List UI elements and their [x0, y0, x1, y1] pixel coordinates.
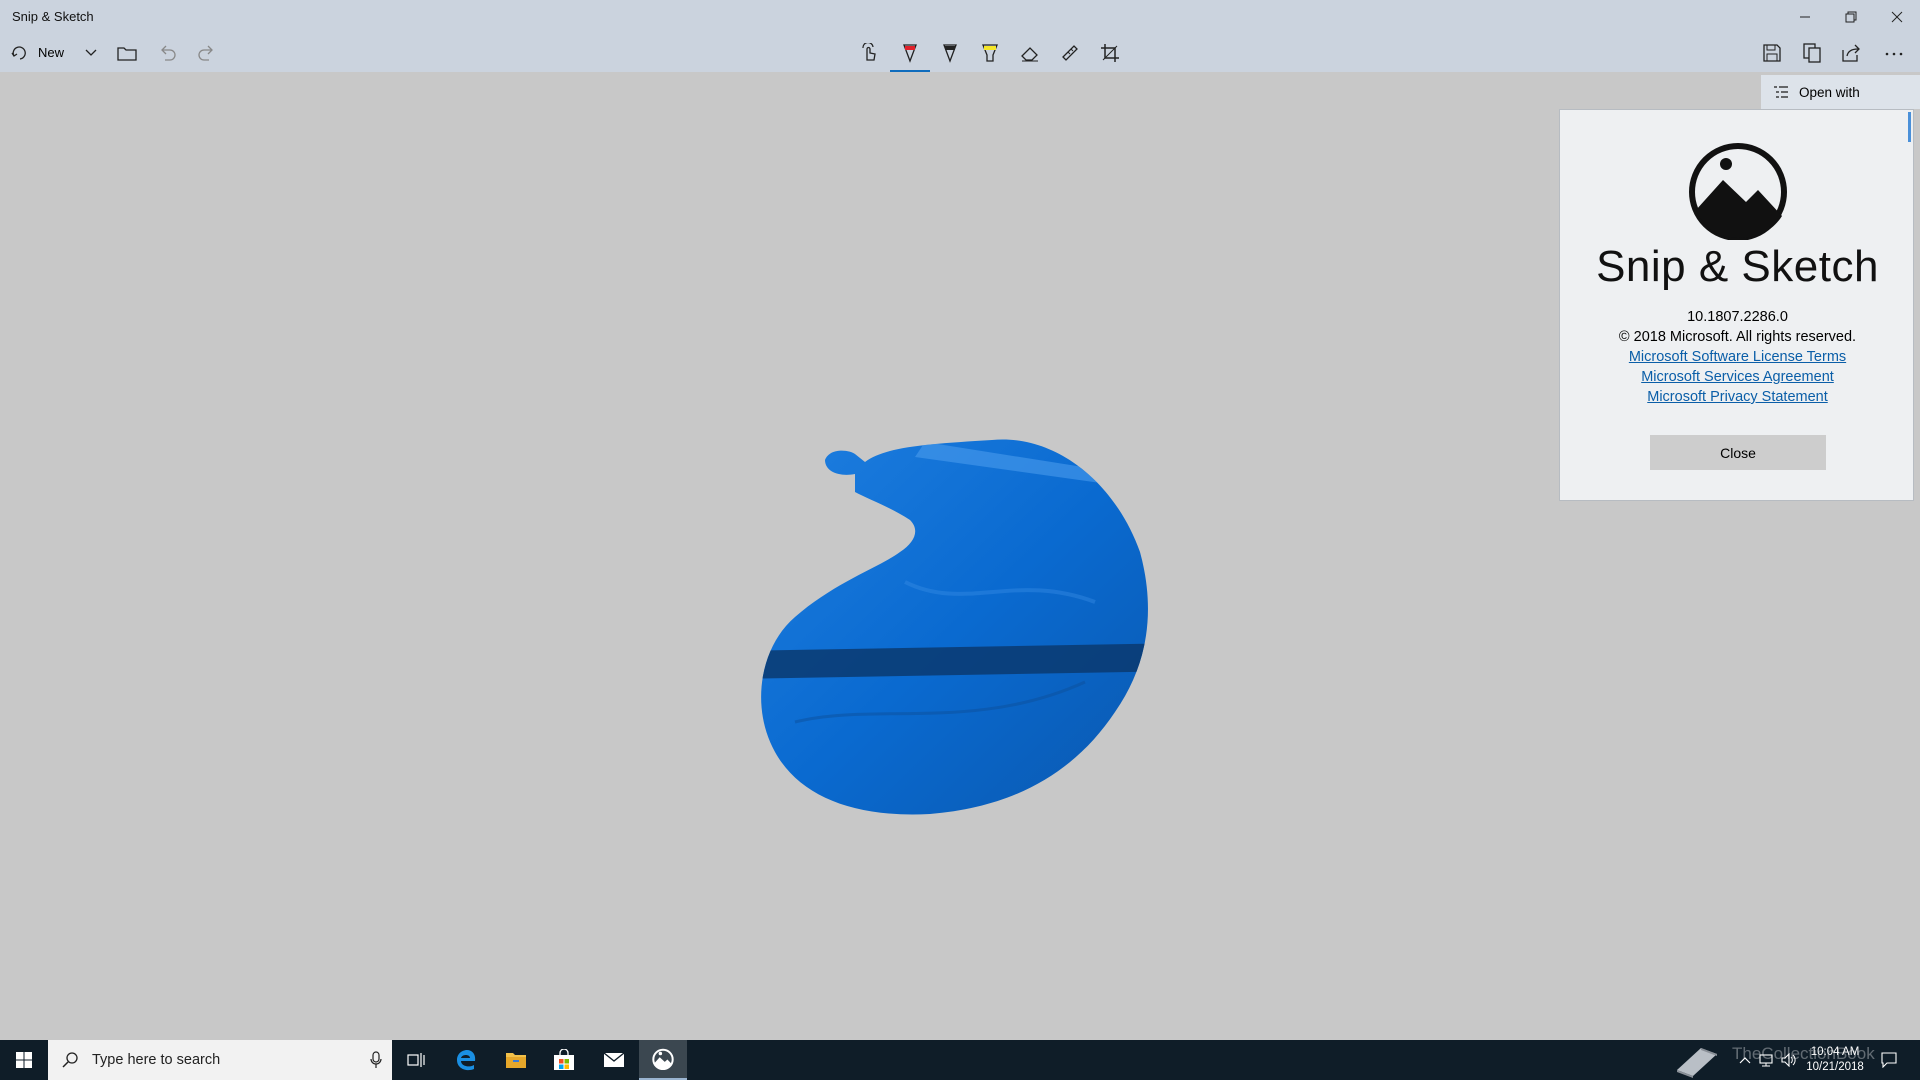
edge-icon	[457, 1050, 476, 1071]
title-bar: Snip & Sketch	[0, 0, 1920, 33]
new-label: New	[38, 45, 65, 60]
crop-icon	[1101, 43, 1119, 62]
undo-button[interactable]	[152, 33, 182, 72]
more-options-button[interactable]	[1878, 33, 1910, 72]
snip-sketch-icon	[652, 1048, 674, 1070]
close-window-button[interactable]	[1874, 0, 1920, 33]
copyright-text: © 2018 Microsoft. All rights reserved.	[1618, 329, 1857, 345]
chevron-down-icon	[85, 49, 97, 56]
store-icon	[554, 1049, 574, 1070]
redo-button[interactable]	[192, 33, 222, 72]
book-tray-icon-button[interactable]	[1668, 1040, 1724, 1080]
window-title: Snip & Sketch	[12, 9, 94, 24]
more-icon	[1885, 52, 1903, 55]
windows-logo-icon	[16, 1052, 32, 1068]
folder-icon	[117, 46, 137, 61]
ruler-icon	[1062, 44, 1078, 61]
restore-icon	[1845, 11, 1857, 22]
eraser-icon	[1021, 46, 1038, 61]
share-button[interactable]	[1838, 33, 1866, 72]
start-button[interactable]	[0, 1040, 48, 1080]
chevron-up-icon	[1739, 1057, 1751, 1064]
minimize-icon	[1800, 16, 1810, 17]
open-with-menu-item[interactable]: Open with	[1761, 75, 1920, 109]
taskbar-file-explorer-button[interactable]	[492, 1040, 540, 1080]
about-close-button[interactable]: Close	[1650, 435, 1826, 470]
undo-icon	[161, 45, 176, 61]
volume-button[interactable]	[1778, 1040, 1800, 1080]
copy-icon	[1803, 42, 1821, 63]
taskbar: TheCollectionBook 10:04 AM 10/21/2018	[0, 1040, 1920, 1080]
taskbar-snip-sketch-button[interactable]	[639, 1040, 687, 1080]
scroll-indicator	[1908, 112, 1911, 142]
redo-icon	[198, 45, 213, 61]
notification-icon	[1881, 1052, 1897, 1068]
about-app-name: Snip & Sketch	[1596, 242, 1879, 291]
network-icon	[1759, 1054, 1773, 1067]
eraser-button[interactable]	[1016, 33, 1044, 72]
show-hidden-icons-button[interactable]	[1734, 1040, 1756, 1080]
pencil-icon	[943, 43, 957, 63]
network-button[interactable]	[1756, 1040, 1778, 1080]
volume-icon	[1781, 1053, 1796, 1067]
about-dialog: Snip & Sketch 10.1807.2286.0 © 2018 Micr…	[1559, 109, 1914, 501]
open-with-icon	[1774, 86, 1788, 98]
clock-time: 10:04 AM	[1810, 1046, 1860, 1058]
taskbar-edge-button[interactable]	[442, 1040, 490, 1080]
version-text: 10.1807.2286.0	[1687, 309, 1788, 325]
toolbar: New	[0, 33, 1920, 72]
open-with-label: Open with	[1799, 84, 1860, 100]
microphone-icon[interactable]	[370, 1051, 382, 1069]
taskbar-store-button[interactable]	[540, 1040, 588, 1080]
open-file-button[interactable]	[112, 33, 142, 72]
pencil-button[interactable]	[936, 33, 964, 72]
crop-button[interactable]	[1096, 33, 1124, 72]
mail-icon	[603, 1052, 625, 1067]
highlighter-button[interactable]	[976, 33, 1004, 72]
taskbar-search-box[interactable]	[48, 1040, 392, 1080]
copy-button[interactable]	[1798, 33, 1826, 72]
minimize-button[interactable]	[1782, 0, 1828, 33]
taskbar-mail-button[interactable]	[590, 1040, 638, 1080]
ballpoint-pen-icon	[903, 43, 917, 63]
share-icon	[1842, 44, 1860, 62]
touch-writing-button[interactable]	[856, 33, 884, 72]
touch-writing-icon	[862, 42, 876, 61]
new-dropdown-button[interactable]	[78, 33, 104, 72]
new-snip-icon	[11, 45, 26, 60]
highlighter-icon	[982, 43, 998, 62]
restore-button[interactable]	[1828, 0, 1874, 33]
book-icon	[1677, 1048, 1717, 1078]
save-button[interactable]	[1758, 33, 1786, 72]
close-icon	[1891, 11, 1903, 22]
snip-sketch-logo-icon	[1689, 143, 1787, 240]
search-icon	[62, 1052, 78, 1068]
search-input[interactable]	[90, 1051, 344, 1069]
privacy-statement-link[interactable]: Microsoft Privacy Statement	[1560, 387, 1915, 407]
services-agreement-link[interactable]: Microsoft Services Agreement	[1560, 367, 1915, 387]
license-terms-link[interactable]: Microsoft Software License Terms	[1560, 347, 1915, 367]
clock-date: 10/21/2018	[1806, 1061, 1864, 1073]
ruler-button[interactable]	[1056, 33, 1084, 72]
taskbar-clock[interactable]: 10:04 AM 10/21/2018	[1800, 1045, 1870, 1075]
new-snip-button[interactable]: New	[10, 33, 72, 72]
task-view-icon	[407, 1053, 425, 1067]
action-center-button[interactable]	[1874, 1040, 1904, 1080]
freeform-snip-image	[761, 439, 1148, 815]
about-info: 10.1807.2286.0 © 2018 Microsoft. All rig…	[1560, 307, 1915, 407]
ballpoint-pen-button[interactable]	[896, 33, 924, 72]
save-icon	[1763, 43, 1781, 62]
task-view-button[interactable]	[392, 1040, 440, 1080]
folder-icon	[506, 1053, 526, 1068]
